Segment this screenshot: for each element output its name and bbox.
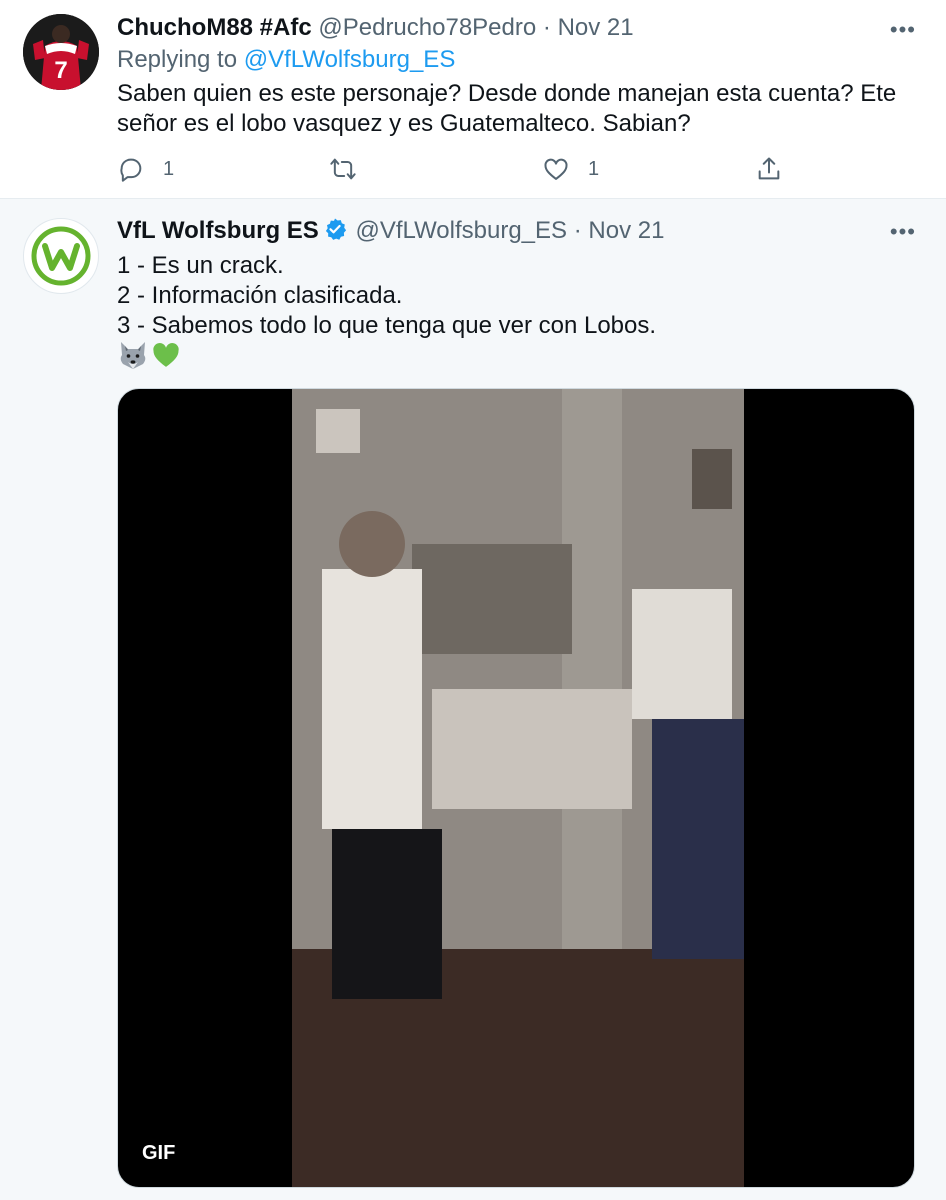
more-icon[interactable]: ••• bbox=[890, 221, 916, 243]
user-handle[interactable]: @VfLWolfsburg_ES bbox=[355, 217, 567, 244]
more-icon[interactable]: ••• bbox=[890, 19, 916, 41]
tweet-text: Saben quien es este personaje? Desde don… bbox=[117, 79, 896, 139]
wolf-emoji bbox=[120, 342, 146, 369]
reply-prefix: Replying to bbox=[117, 46, 244, 73]
retweet-icon bbox=[330, 158, 356, 180]
like-count: 1 bbox=[588, 157, 600, 180]
share-icon bbox=[758, 157, 780, 180]
like-button[interactable]: 1 bbox=[542, 152, 599, 186]
green-heart-emoji bbox=[153, 343, 179, 367]
tweet-text-line: 3 - Sabemos todo lo que tenga que ver co… bbox=[117, 312, 657, 339]
avatar-jersey-number: 7 bbox=[54, 57, 67, 84]
tweet-text-line: 2 - Información clasificada. bbox=[117, 282, 403, 309]
emoji-line bbox=[117, 340, 181, 372]
avatar[interactable]: GUNNER 7 bbox=[23, 14, 99, 90]
tweet-text-line: 1 - Es un crack. bbox=[117, 252, 284, 279]
tweet-date[interactable]: Nov 21 bbox=[588, 217, 664, 244]
tweet-text: 1 - Es un crack. 2 - Información clasifi… bbox=[117, 251, 656, 341]
tweet-header: VfL Wolfsburg ES @VfLWolfsburg_ES · Nov … bbox=[117, 216, 664, 249]
replying-to: Replying to @VfLWolfsburg_ES bbox=[117, 45, 455, 75]
share-button[interactable] bbox=[755, 152, 783, 186]
gif-scene bbox=[292, 389, 744, 1187]
tweet-date[interactable]: Nov 21 bbox=[558, 14, 634, 41]
tweet-text-line: Saben quien es este personaje? Desde don… bbox=[117, 80, 897, 107]
display-name[interactable]: ChuchoM88 #Afc bbox=[117, 14, 312, 41]
verified-badge-icon bbox=[323, 217, 347, 249]
avatar-jersey-text: GUNNER bbox=[48, 46, 75, 52]
gif-frame[interactable] bbox=[292, 389, 744, 1187]
tweet-reply[interactable]: GUNNER 7 ChuchoM88 #Afc @Pedrucho78Pedro… bbox=[0, 0, 946, 198]
separator: · bbox=[573, 217, 582, 244]
reply-button[interactable]: 1 bbox=[117, 152, 174, 186]
user-handle[interactable]: @Pedrucho78Pedro bbox=[318, 14, 536, 41]
separator: · bbox=[542, 14, 551, 41]
tweet-text-line: señor es el lobo vasquez y es Guatemalte… bbox=[117, 110, 691, 137]
tweet-actions: 1 1 bbox=[117, 152, 797, 186]
reply-icon bbox=[120, 158, 142, 182]
reply-count: 1 bbox=[163, 157, 175, 180]
gif-media[interactable]: GIF bbox=[117, 388, 915, 1188]
reply-handle-link[interactable]: @VfLWolfsburg_ES bbox=[244, 46, 456, 73]
avatar-wolfsburg[interactable] bbox=[23, 218, 99, 294]
like-icon bbox=[544, 158, 568, 180]
display-name[interactable]: VfL Wolfsburg ES bbox=[117, 217, 319, 244]
retweet-button[interactable] bbox=[329, 152, 375, 186]
tweet-header: ChuchoM88 #Afc @Pedrucho78Pedro · Nov 21 bbox=[117, 13, 634, 43]
gif-badge: GIF bbox=[142, 1142, 176, 1164]
